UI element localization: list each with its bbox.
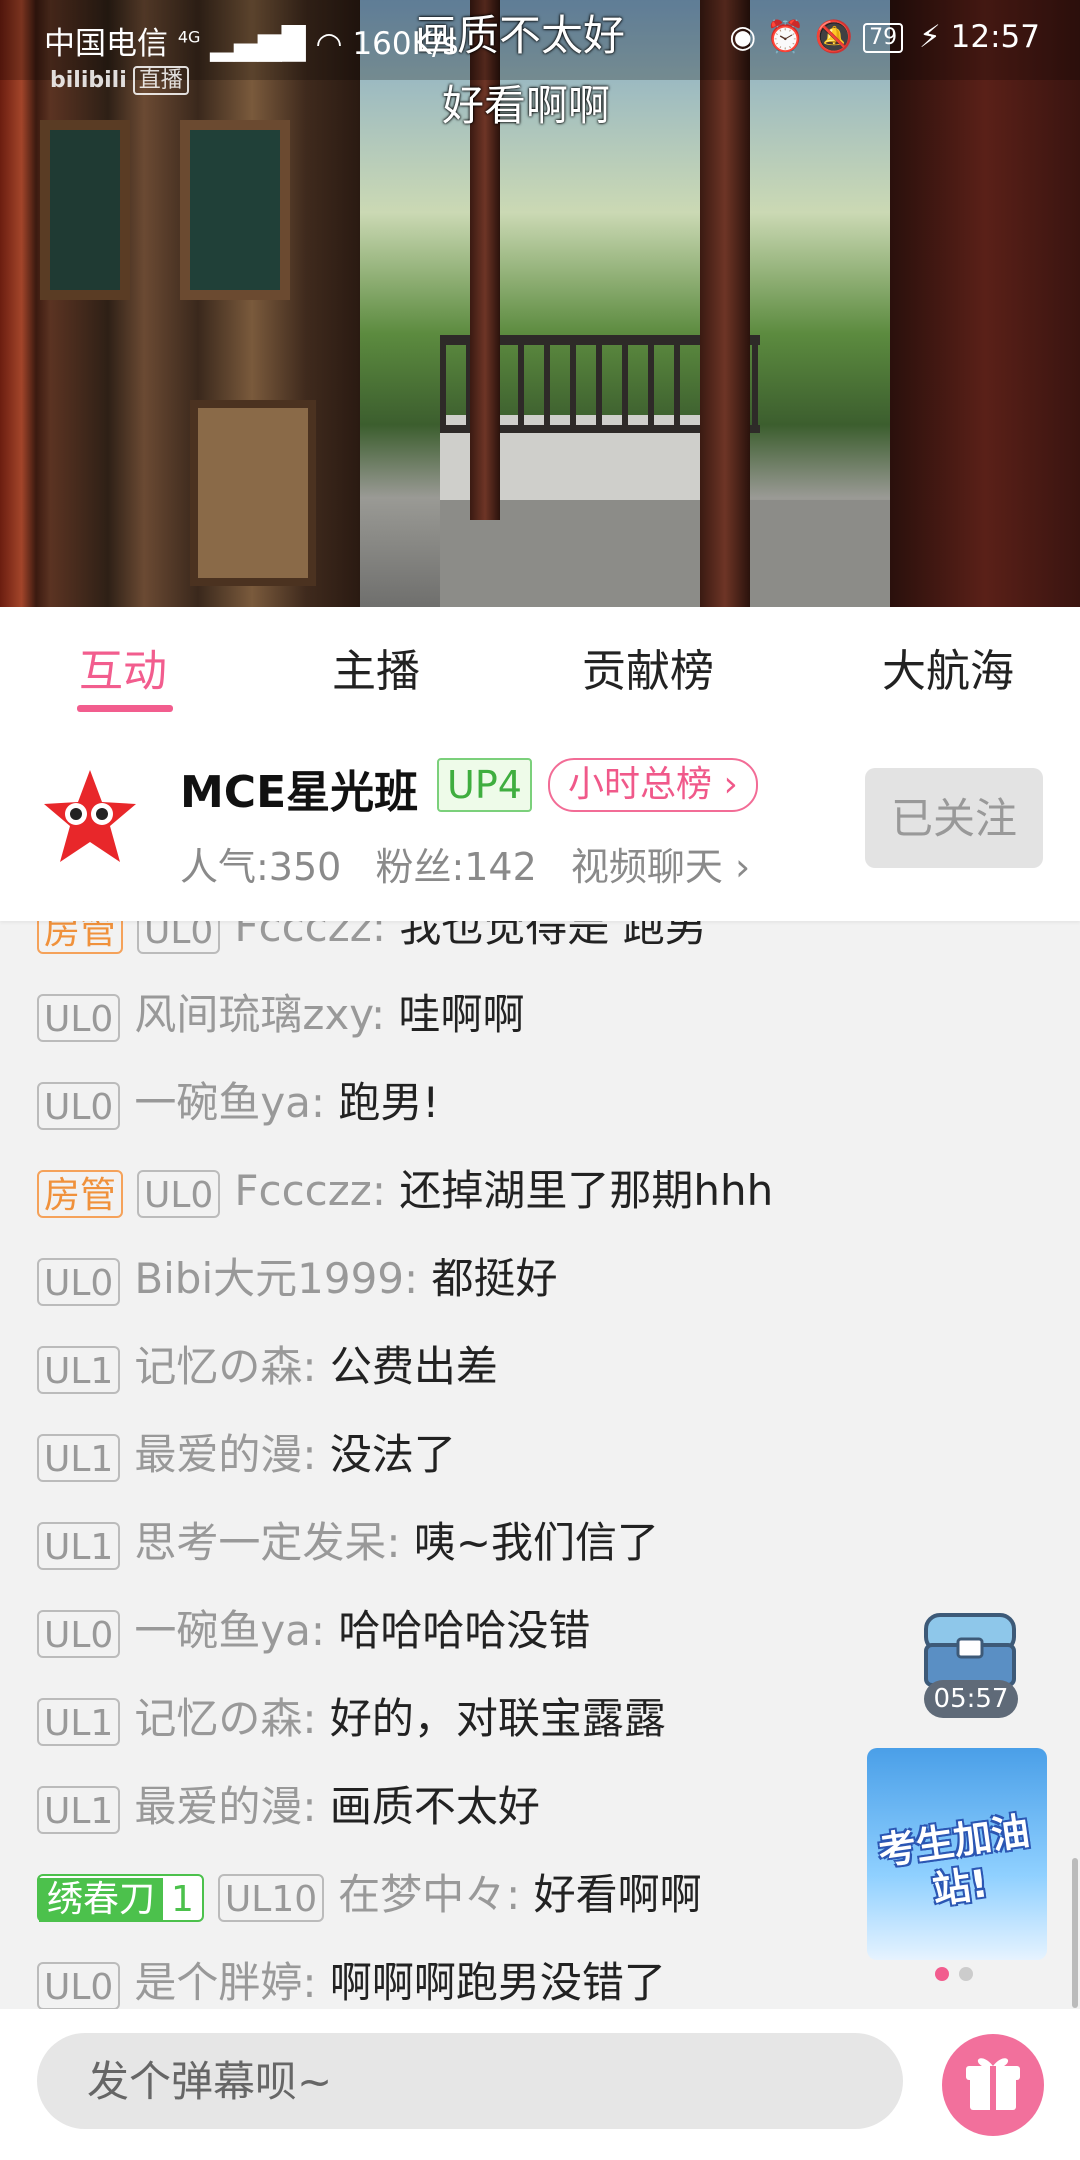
battery-icon: 79	[863, 23, 904, 53]
danmaku-input[interactable]	[37, 2033, 903, 2129]
banner-pager	[935, 1966, 983, 1985]
charging-icon: ⚡	[919, 19, 941, 55]
chat-message[interactable]: 房管 UL0 Fccczz: 还掉湖里了那期hhh	[0, 1147, 1080, 1235]
chat-text: 画质不太好	[329, 1782, 540, 1831]
user-level-badge: UL0	[137, 921, 221, 954]
hourly-rank-button[interactable]: 小时总榜 ›	[548, 758, 758, 812]
chat-text: 哇啊啊	[398, 990, 525, 1039]
chat-username[interactable]: 记忆の森	[134, 1342, 302, 1391]
clock: 12:57	[950, 19, 1040, 55]
user-level-badge: UL1	[37, 1345, 121, 1394]
pager-dot-active	[935, 1967, 949, 1981]
chat-username[interactable]: 是个胖婷	[134, 1958, 302, 2007]
chat-message[interactable]: UL0 Bibi大元1999: 都挺好	[0, 1235, 1080, 1323]
chat-username[interactable]: 记忆の森	[134, 1694, 302, 1743]
popularity-count: 人气:350	[180, 845, 342, 889]
user-level-badge: UL10	[217, 1873, 325, 1922]
user-level-badge: UL0	[37, 1257, 121, 1306]
chat-text: 还掉湖里了那期hhh	[399, 1166, 774, 1215]
fan-medal-badge[interactable]: 绣春刀 1	[37, 1873, 204, 1922]
room-admin-badge: 房管	[37, 1169, 124, 1218]
user-level-badge: UL1	[37, 1521, 121, 1570]
user-level-badge: UL1	[37, 1433, 121, 1482]
event-banner[interactable]: 考生加油站!	[867, 1748, 1047, 1960]
chat-message[interactable]: UL1 思考一定发呆: 咦~我们信了	[0, 1499, 1080, 1587]
tab-anchor[interactable]: 主播	[332, 635, 420, 699]
alarm-icon: ⏰	[766, 19, 805, 55]
banner-text: 考生加油站!	[875, 1808, 1033, 1913]
network-speed: 160K/s	[352, 26, 459, 62]
chat-message[interactable]: UL0 一碗鱼ya: 跑男!	[0, 1059, 1080, 1147]
danmaku-comment: 好看啊啊	[442, 81, 611, 130]
status-bar: 中国电信 4G ▂▄▆█ ◠ 160K/s ◉ ⏰ 🔕 79 ⚡ 12:57	[0, 0, 1080, 75]
gift-button[interactable]	[942, 2034, 1044, 2136]
anchor-name: MCE星光班	[180, 767, 419, 818]
tab-guard[interactable]: 大航海	[882, 635, 1014, 699]
chat-message[interactable]: UL1 最爱的漫: 没法了	[0, 1411, 1080, 1499]
medal-name: 绣春刀	[39, 1877, 164, 1922]
anchor-stats: 人气:350 粉丝:142 视频聊天 ›	[180, 836, 772, 891]
chat-text: 咦~我们信了	[413, 1518, 660, 1567]
chat-username[interactable]: 一碗鱼ya	[134, 1606, 311, 1655]
user-level-badge: UL1	[37, 1785, 121, 1834]
chat-username[interactable]: 思考一定发呆	[134, 1518, 386, 1567]
chat-text: 都挺好	[431, 1254, 558, 1303]
chat-username[interactable]: 风间琉璃zxy	[134, 990, 371, 1039]
chat-username[interactable]: 在梦中々	[338, 1870, 506, 1919]
chat-text: 好看啊啊	[533, 1870, 702, 1919]
live-video-player[interactable]: bilibili 直播 画质不太好 好看啊啊	[0, 0, 1080, 607]
chat-username[interactable]: Fccczz	[234, 921, 372, 951]
network-type: 4G	[177, 27, 201, 47]
mute-icon: 🔕	[814, 19, 854, 55]
tab-interaction[interactable]: 互动	[79, 635, 167, 699]
anchor-card: MCE星光班 UP4 小时总榜 › 人气:350 粉丝:142 视频聊天 › 已…	[0, 716, 1080, 921]
chat-text: 啊啊啊跑男没错了	[329, 1958, 666, 2007]
chat-text: 公费出差	[329, 1342, 498, 1391]
chat-text: 好的，对联宝露露	[329, 1694, 666, 1743]
bottom-bar	[0, 2009, 1080, 2160]
chat-message[interactable]: UL1 记忆の森: 公费出差	[0, 1323, 1080, 1411]
chest-timer: 05:57	[924, 1680, 1018, 1718]
wifi-icon: ◠	[315, 26, 343, 62]
user-level-badge: UL0	[37, 993, 121, 1042]
chat-message[interactable]: UL0 风间琉璃zxy: 哇啊啊	[0, 971, 1080, 1059]
chat-username[interactable]: 最爱的漫	[134, 1430, 302, 1479]
fans-count: 粉丝:142	[375, 845, 537, 889]
tab-bar: 互动 主播 贡献榜 大航海	[0, 607, 1080, 717]
anchor-avatar[interactable]	[38, 766, 142, 870]
gift-icon	[966, 2058, 1020, 2110]
user-level-badge: UL0	[37, 1081, 121, 1130]
chat-username[interactable]: 一碗鱼ya	[134, 1078, 311, 1127]
chat-text: 哈哈哈哈没错	[338, 1606, 591, 1655]
active-tab-indicator	[77, 705, 173, 712]
up-level-badge: UP4	[437, 758, 532, 812]
chat-scrollbar[interactable]	[1072, 1858, 1078, 2008]
tab-contribution-rank[interactable]: 贡献榜	[582, 635, 714, 699]
user-level-badge: UL0	[37, 1961, 121, 2009]
follow-button[interactable]: 已关注	[865, 768, 1043, 868]
eye-icon: ◉	[729, 19, 757, 55]
chat-text: 我也觉得是 跑男	[399, 921, 707, 951]
user-level-badge: UL0	[137, 1169, 221, 1218]
user-level-badge: UL0	[37, 1609, 121, 1658]
chat-username[interactable]: Bibi大元1999	[134, 1254, 404, 1303]
room-admin-badge: 房管	[37, 921, 124, 954]
chat-username[interactable]: Fccczz	[234, 1166, 372, 1215]
video-chat-link[interactable]: 视频聊天 ›	[571, 845, 750, 889]
medal-level: 1	[171, 1878, 194, 1920]
chat-message[interactable]: 房管 UL0 Fccczz: 我也觉得是 跑男	[0, 921, 1080, 971]
carrier-name: 中国电信	[44, 26, 168, 62]
signal-icon: ▂▄▆█	[210, 26, 306, 62]
chat-text: 没法了	[329, 1430, 456, 1479]
chat-username[interactable]: 最爱的漫	[134, 1782, 302, 1831]
user-level-badge: UL1	[37, 1697, 121, 1746]
pager-dot	[959, 1967, 973, 1981]
chat-text: 跑男!	[338, 1078, 440, 1127]
